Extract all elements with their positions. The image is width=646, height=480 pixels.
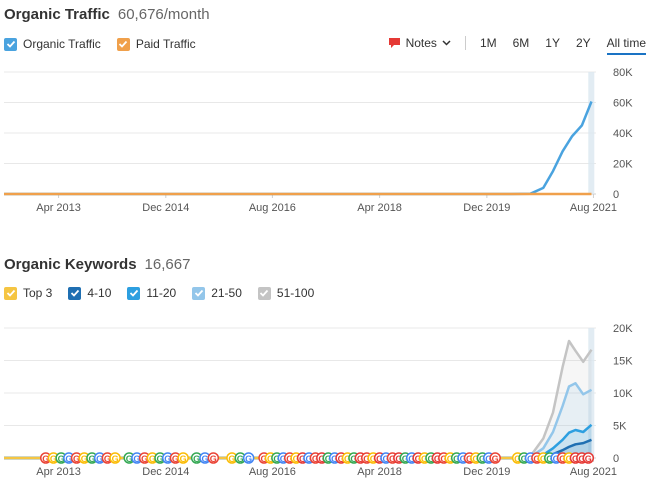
x-tick-label: Apr 2018 <box>357 466 402 478</box>
google-icon-letter: G <box>237 454 244 464</box>
range-2y[interactable]: 2Y <box>576 36 591 50</box>
y-tick-label: 0 <box>613 189 619 201</box>
y-tick-label: 20K <box>613 323 633 335</box>
legend-organic-traffic[interactable]: Organic Traffic <box>4 37 101 51</box>
chart-controls: Notes 1M 6M 1Y 2Y All time <box>388 36 646 55</box>
x-tick-label: Apr 2013 <box>36 466 81 478</box>
x-tick-label: Apr 2013 <box>36 202 81 214</box>
legend-11-20[interactable]: 11-20 <box>127 286 176 300</box>
checkbox-checked-icon[interactable] <box>257 286 271 300</box>
series-area-21-50 <box>4 383 592 458</box>
google-icon-letter: G <box>585 454 592 464</box>
series-line-21-50 <box>4 382 593 460</box>
legend-label: 51-100 <box>276 286 315 300</box>
google-update-marker[interactable]: G <box>207 452 220 464</box>
legend-51-100[interactable]: 51-100 <box>257 286 315 300</box>
notes-dropdown[interactable]: Notes <box>388 36 451 50</box>
google-icon-letter: G <box>201 454 208 464</box>
organic-keywords-value: 16,667 <box>144 256 191 273</box>
organic-traffic-title: Organic Traffic <box>4 6 110 23</box>
speech-bubble-icon <box>388 38 400 48</box>
series-line-51-100 <box>4 339 593 460</box>
google-icon-letter: G <box>210 454 217 464</box>
x-tick-label: Dec 2014 <box>142 466 189 478</box>
organic-traffic-header: Organic Traffic 60,676/month <box>4 6 210 23</box>
checkbox-checked-icon[interactable] <box>68 286 82 300</box>
legend-21-50[interactable]: 21-50 <box>192 286 242 300</box>
organic-traffic-chart: 80K 60K 40K 20K 0 Apr 2013 Dec 2014 Aug 2016 Apr… <box>4 67 633 214</box>
google-update-marker[interactable]: G <box>109 452 121 464</box>
organic-keywords-header: Organic Keywords 16,667 <box>4 256 190 273</box>
range-1y[interactable]: 1Y <box>545 36 560 50</box>
legend-label: Paid Traffic <box>135 37 196 51</box>
y-tick-label: 20K <box>613 159 633 171</box>
range-all-time[interactable]: All time <box>606 36 646 55</box>
traffic-legend: Organic Traffic Paid Traffic <box>4 37 196 51</box>
google-update-marker[interactable]: G <box>489 452 501 464</box>
current-period-band <box>588 72 595 194</box>
google-update-marker[interactable]: G <box>582 452 595 464</box>
y-tick-label: 40K <box>613 128 633 140</box>
y-tick-label: 0 <box>613 453 619 465</box>
notes-label: Notes <box>405 36 437 50</box>
series-line-organic-traffic <box>4 101 593 196</box>
checkbox-checked-icon[interactable] <box>4 286 17 300</box>
chevron-down-icon <box>442 40 451 46</box>
x-tick-label: Aug 2016 <box>249 466 296 478</box>
series-area-51-100 <box>4 341 592 458</box>
x-tick-label: Apr 2018 <box>357 202 402 214</box>
x-tick-label: Dec 2019 <box>463 202 510 214</box>
checkbox-checked-icon[interactable] <box>4 37 17 51</box>
x-tick-label: Aug 2021 <box>570 466 617 478</box>
x-tick-label: Dec 2014 <box>142 202 189 214</box>
keywords-legend: Top 3 4-10 11-20 21-50 51-100 <box>4 286 314 300</box>
x-tick-label: Aug 2016 <box>249 202 296 214</box>
google-icon-letter: G <box>180 454 187 464</box>
range-6m[interactable]: 6M <box>513 36 530 50</box>
legend-label: Top 3 <box>23 286 53 300</box>
legend-label: 4-10 <box>87 286 112 300</box>
organic-keywords-chart: 20K 15K 10K 5K 0 Apr 2013 Dec 2014 Aug 2016 Apr … <box>4 323 633 478</box>
y-tick-label: 5K <box>613 421 627 433</box>
google-update-marker[interactable]: G <box>177 452 189 464</box>
x-tick-label: Aug 2021 <box>570 202 617 214</box>
legend-top-3[interactable]: Top 3 <box>4 286 52 300</box>
y-tick-label: 10K <box>613 388 633 400</box>
range-1m[interactable]: 1M <box>480 36 497 50</box>
legend-4-10[interactable]: 4-10 <box>68 286 111 300</box>
y-tick-label: 60K <box>613 98 633 110</box>
google-icon-letter: G <box>492 454 499 464</box>
organic-traffic-value: 60,676/month <box>117 6 210 23</box>
legend-label: 11-20 <box>146 286 177 300</box>
google-icon-letter: G <box>112 454 119 464</box>
google-update-marker[interactable]: G <box>242 452 255 464</box>
google-icon-letter: G <box>228 454 235 464</box>
checkbox-checked-icon[interactable] <box>127 286 141 300</box>
x-tick-label: Dec 2019 <box>463 466 510 478</box>
checkbox-checked-icon[interactable] <box>116 37 130 51</box>
google-icon-letter: G <box>245 454 252 464</box>
google-icon-letter: G <box>193 454 200 464</box>
legend-label: Organic Traffic <box>23 37 101 51</box>
legend-paid-traffic[interactable]: Paid Traffic <box>116 37 196 51</box>
y-tick-label: 80K <box>613 67 633 79</box>
organic-keywords-title: Organic Keywords <box>4 256 137 273</box>
legend-label: 21-50 <box>211 286 242 300</box>
y-tick-label: 15K <box>613 356 633 368</box>
divider <box>464 36 466 50</box>
checkbox-checked-icon[interactable] <box>192 286 206 300</box>
